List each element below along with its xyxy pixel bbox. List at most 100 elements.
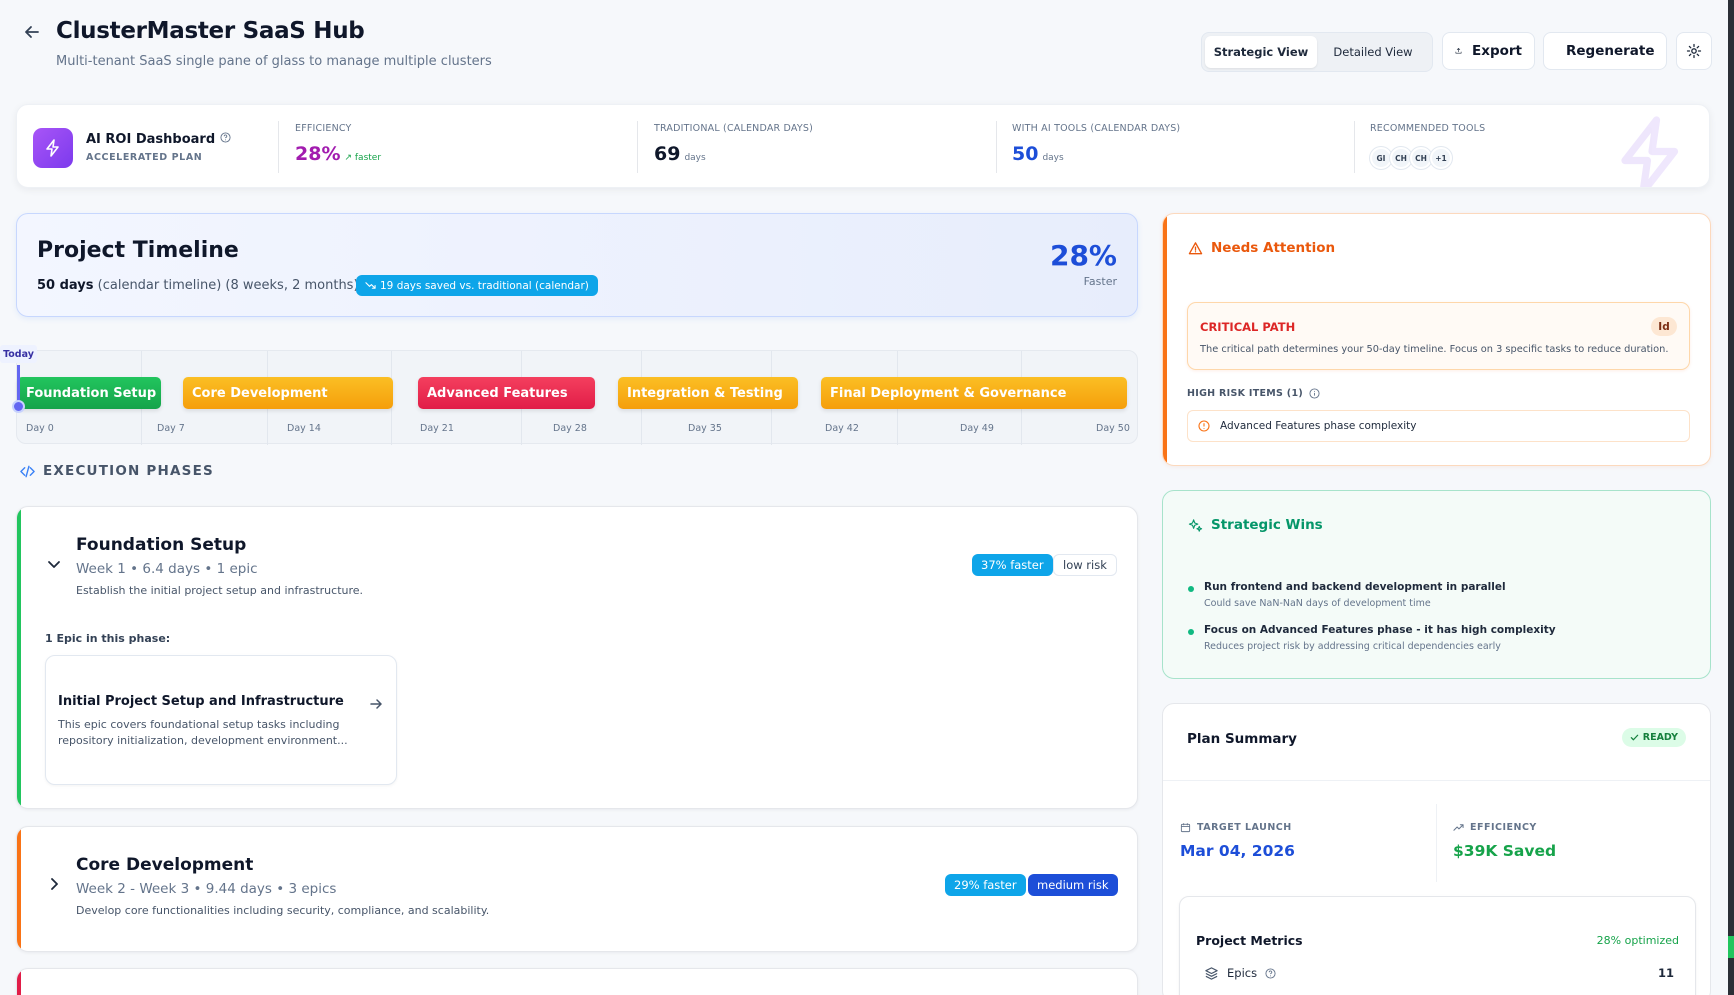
ai-tools-unit: days: [1042, 153, 1064, 163]
regenerate-label: Regenerate: [1566, 43, 1655, 59]
execution-phases-text: EXECUTION PHASES: [43, 463, 214, 479]
traditional-label: TRADITIONAL (CALENDAR DAYS): [654, 123, 813, 134]
info-icon[interactable]: [1309, 388, 1320, 399]
target-launch-value: Mar 04, 2026: [1180, 842, 1295, 860]
tool-chip-more[interactable]: +1: [1430, 147, 1452, 169]
days-saved-badge: 19 days saved vs. traditional (calendar): [356, 275, 598, 296]
strategic-wins-card: Strategic Wins Run frontend and backend …: [1162, 490, 1711, 679]
phase-card-foundation-setup[interactable]: Foundation Setup Week 1 • 6.4 days • 1 e…: [16, 506, 1138, 809]
gear-icon: [1686, 43, 1702, 59]
plan-summary-title: Plan Summary: [1187, 731, 1297, 747]
epic-description: This epic covers foundational setup task…: [58, 718, 348, 747]
risk-item[interactable]: Advanced Features phase complexity: [1187, 410, 1690, 442]
execution-phases-heading: EXECUTION PHASES: [20, 463, 214, 479]
help-icon[interactable]: [1265, 967, 1276, 979]
epic-card[interactable]: Initial Project Setup and Infrastructure…: [45, 655, 397, 785]
upload-icon: [1455, 48, 1462, 54]
ai-tools-value: 50 days: [1012, 143, 1064, 165]
roi-title-text: AI ROI Dashboard: [86, 132, 216, 147]
project-metrics-title: Project Metrics: [1196, 933, 1303, 948]
epic-title: Initial Project Setup and Infrastructure: [58, 694, 344, 709]
gantt-bar-advanced-features[interactable]: Advanced Features: [418, 377, 595, 409]
efficiency-number: 28%: [295, 143, 341, 165]
days-saved-text: 19 days saved vs. traditional (calendar): [380, 279, 589, 292]
traditional-number: 69: [654, 143, 681, 165]
phase-title: Foundation Setup: [76, 535, 247, 555]
win-title: Focus on Advanced Features phase - it ha…: [1204, 624, 1556, 636]
timeline-percent: 28%: [1049, 239, 1117, 272]
chevron-down-icon[interactable]: [45, 555, 63, 573]
view-toggle: Strategic View Detailed View: [1201, 32, 1433, 72]
needs-attention-text: Needs Attention: [1211, 240, 1336, 256]
critical-path-box[interactable]: CRITICAL PATH Id The critical path deter…: [1187, 302, 1690, 370]
phase-card-advanced-features[interactable]: [16, 968, 1138, 995]
win-subtitle: Reduces project risk by addressing criti…: [1204, 641, 1501, 652]
day-tick: Day 21: [420, 423, 454, 434]
timeline-summary: 50 days (calendar timeline) (8 weeks, 2 …: [37, 278, 359, 293]
critical-path-title: CRITICAL PATH: [1200, 320, 1296, 334]
lightning-icon: [33, 128, 73, 168]
tool-chip[interactable]: CH: [1410, 147, 1432, 169]
alert-circle-icon: [1198, 420, 1210, 432]
gantt-bar-integration-testing[interactable]: Integration & Testing: [618, 377, 798, 409]
epics-label: Epics: [1227, 966, 1258, 980]
high-risk-items-text: HIGH RISK ITEMS (1): [1187, 388, 1304, 399]
high-risk-items-label: HIGH RISK ITEMS (1): [1187, 388, 1320, 399]
detailed-view-tab[interactable]: Detailed View: [1317, 36, 1429, 68]
efficiency-label: EFFICIENCY: [295, 123, 352, 134]
regenerate-button[interactable]: Regenerate: [1543, 32, 1667, 70]
gantt-bar-foundation-setup[interactable]: Foundation Setup: [17, 377, 161, 409]
back-arrow-icon[interactable]: [22, 22, 42, 42]
timeline-title: Project Timeline: [37, 238, 239, 263]
help-icon[interactable]: [220, 132, 231, 147]
win-title: Run frontend and backend development in …: [1204, 581, 1506, 593]
target-launch-label: TARGET LAUNCH: [1180, 822, 1292, 833]
chevron-right-icon[interactable]: [45, 875, 63, 893]
needs-attention-card: Needs Attention CRITICAL PATH Id The cri…: [1162, 213, 1711, 466]
phase-title: Core Development: [76, 855, 254, 875]
efficiency-value: 28% ↗ faster: [295, 143, 381, 165]
phase-card-core-development[interactable]: Core Development Week 2 - Week 3 • 9.44 …: [16, 826, 1138, 952]
export-button[interactable]: Export: [1442, 32, 1535, 70]
day-tick: Day 50: [1096, 423, 1130, 434]
phase-meta: Week 2 - Week 3 • 9.44 days • 3 epics: [76, 881, 337, 897]
gantt-chart: Foundation Setup Core Development Advanc…: [16, 350, 1138, 445]
risk-item-text: Advanced Features phase complexity: [1220, 420, 1417, 432]
sparkles-icon: [1188, 518, 1203, 532]
project-timeline-card: Project Timeline 50 days (calendar timel…: [16, 213, 1138, 317]
traditional-value: 69 days: [654, 143, 706, 165]
plan-summary-card: Plan Summary READY TARGET LAUNCH Mar 04,…: [1162, 703, 1711, 995]
project-metrics-optimized: 28% optimized: [1596, 934, 1679, 947]
window-edge: [1728, 0, 1734, 995]
today-marker-dot[interactable]: [12, 400, 25, 413]
strategic-wins-text: Strategic Wins: [1211, 517, 1323, 533]
gantt-bar-core-development[interactable]: Core Development: [183, 377, 393, 409]
win-subtitle: Could save NaN-NaN days of development t…: [1204, 598, 1431, 609]
summary-efficiency-label: EFFICIENCY: [1453, 822, 1537, 833]
risk-badge: low risk: [1053, 554, 1117, 576]
critical-path-description: The critical path determines your 50-day…: [1200, 344, 1669, 355]
strategic-view-tab[interactable]: Strategic View: [1205, 36, 1317, 68]
critical-path-id-badge: Id: [1651, 317, 1677, 336]
page-title: ClusterMaster SaaS Hub: [56, 18, 365, 44]
phase-meta: Week 1 • 6.4 days • 1 epic: [76, 561, 258, 577]
trend-down-icon: [365, 282, 376, 289]
arrow-right-icon[interactable]: [368, 696, 384, 712]
target-launch-text: TARGET LAUNCH: [1197, 822, 1292, 833]
trend-up-icon: [1453, 824, 1464, 831]
check-icon: [1630, 734, 1639, 741]
summary-efficiency-value: $39K Saved: [1453, 842, 1557, 860]
tool-chip[interactable]: CH: [1390, 147, 1412, 169]
phase-description: Develop core functionalities including s…: [76, 904, 490, 917]
day-tick: Day 0: [26, 423, 54, 434]
traditional-unit: days: [684, 153, 706, 163]
gantt-bar-final-deployment[interactable]: Final Deployment & Governance: [821, 377, 1127, 409]
day-tick: Day 35: [688, 423, 722, 434]
efficiency-trend: ↗ faster: [344, 153, 382, 163]
tool-chip[interactable]: GI: [1370, 147, 1392, 169]
settings-button[interactable]: [1676, 32, 1712, 70]
ai-tools-number: 50: [1012, 143, 1039, 165]
day-tick: Day 7: [157, 423, 185, 434]
day-tick: Day 28: [553, 423, 587, 434]
speed-badge: 37% faster: [972, 554, 1053, 576]
